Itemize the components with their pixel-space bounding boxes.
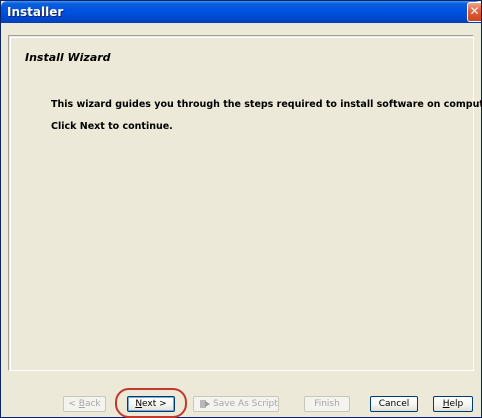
script-arrow-icon (200, 399, 210, 408)
wizard-description: This wizard guides you through the steps… (51, 99, 482, 110)
wizard-heading: Install Wizard (25, 51, 111, 64)
close-button[interactable]: ✕ (467, 2, 481, 22)
installer-window: Installer ✕ Install Wizard This wizard g… (0, 0, 482, 418)
back-button[interactable]: < Back (63, 396, 106, 412)
help-button[interactable]: Help (433, 396, 473, 412)
finish-button[interactable]: Finish (304, 396, 350, 412)
title-bar[interactable]: Installer ✕ (1, 1, 481, 23)
close-icon: ✕ (469, 4, 480, 18)
next-button[interactable]: Next > (127, 396, 175, 412)
cancel-button[interactable]: Cancel (370, 396, 418, 412)
wizard-content-panel (8, 35, 474, 371)
window-title: Installer (7, 5, 64, 19)
save-as-script-button[interactable]: Save As Script (193, 396, 279, 412)
wizard-instruction: Click Next to continue. (51, 121, 173, 132)
